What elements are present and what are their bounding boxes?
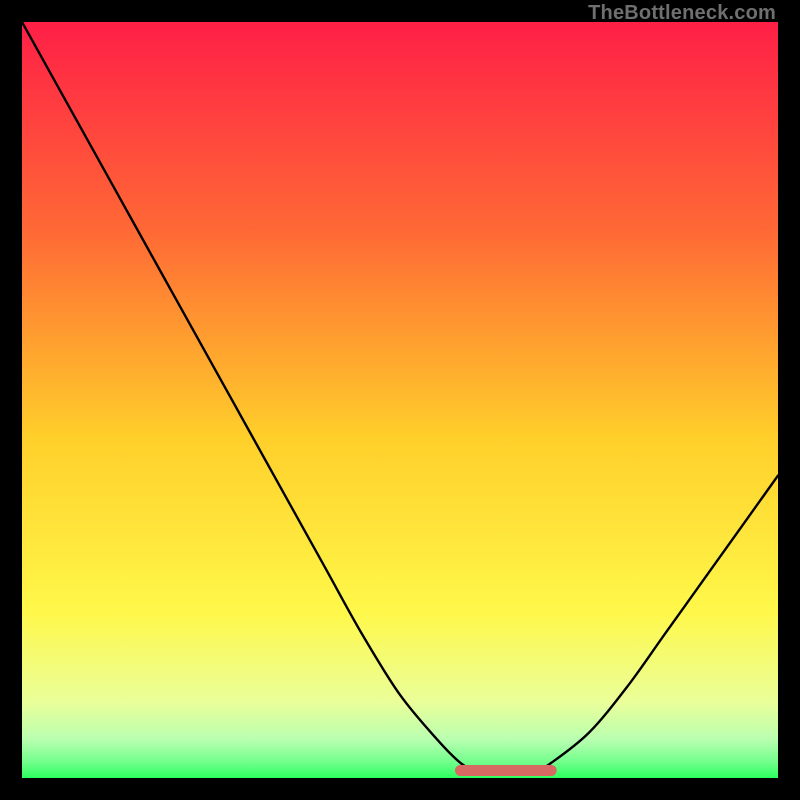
bottleneck-chart (22, 22, 778, 778)
watermark-text: TheBottleneck.com (588, 2, 776, 25)
chart-frame (22, 22, 778, 778)
gradient-background (22, 22, 778, 778)
